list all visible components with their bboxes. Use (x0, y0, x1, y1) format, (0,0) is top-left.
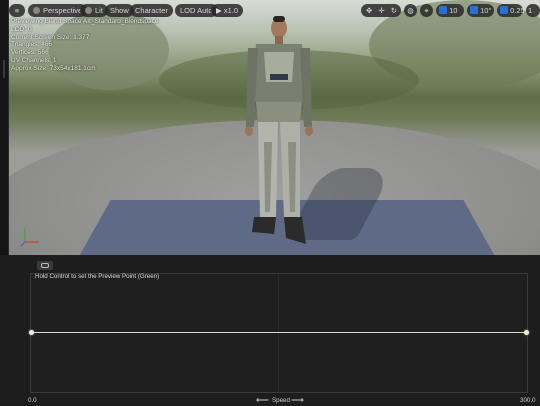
rotation-snap-value: 10° (480, 6, 492, 15)
info-approx-size-line: Approx Size: 73x54x181.1cm (11, 64, 96, 72)
camera-icon (33, 7, 40, 14)
grid-divider (278, 274, 279, 392)
show-label: Show (110, 6, 129, 15)
lit-label: Lit (95, 6, 103, 15)
move-icon: ✛ (378, 6, 385, 15)
info-vertices-line: Vertices: 566 (11, 49, 49, 57)
transform-tools-group[interactable]: ✥ ✛ ↻ (361, 4, 401, 17)
world-space-button[interactable]: ◍ (404, 4, 417, 17)
axis-max-label: 300.0 (520, 397, 536, 404)
rotation-snap-button[interactable]: 10° (467, 4, 494, 17)
axis-min-label: 0.0 (28, 397, 37, 404)
character-button[interactable]: Character (130, 4, 173, 17)
viewport-menu-button[interactable]: ≡ (9, 4, 25, 17)
grid-icon (439, 6, 447, 14)
arrow-left-icon: ⟵ (256, 395, 269, 405)
camera-speed-value: 1 (528, 6, 533, 15)
viewport-toolbar: ≡ Perspective Lit Show Character LOD Aut… (9, 4, 540, 18)
preview-point-hint: Hold Control to set the Preview Point (G… (35, 273, 160, 280)
scale-snap-value: 0.25 (510, 6, 525, 15)
angle-icon (470, 6, 478, 14)
speed-label: x1.0 (223, 6, 239, 15)
lod-label: LOD Auto (180, 6, 213, 15)
sample-point-start[interactable] (29, 330, 34, 335)
toggle-triangulation-button[interactable] (37, 261, 53, 270)
perspective-label: Perspective (43, 6, 83, 15)
character-label: Character (135, 6, 168, 15)
sample-point-end[interactable] (524, 330, 529, 335)
info-lod-line: LOD: 0 (11, 25, 32, 33)
globe-icon: ◍ (407, 6, 414, 15)
grid-snap-button[interactable]: 10 (436, 4, 464, 17)
grid-snap-value: 10 (449, 6, 458, 15)
playback-speed-button[interactable]: ▶ x1.0 (211, 4, 244, 17)
perspective-button[interactable]: Perspective (28, 4, 88, 17)
blend-space-grid[interactable] (29, 273, 529, 393)
lit-button[interactable]: Lit (80, 4, 108, 17)
snap-icon: ⌖ (424, 6, 429, 15)
info-uv-channels-line: UV Channels: 1 (11, 56, 57, 64)
axis-title-label: Speed (272, 397, 290, 404)
camera-speed-button[interactable]: 1 (526, 4, 540, 17)
surface-snap-button[interactable]: ⌖ (420, 4, 433, 17)
info-preview-line: Previewing Blend Space AIt_Standard_Blen… (11, 18, 159, 25)
play-icon: ▶ (216, 6, 224, 15)
hamburger-icon: ≡ (14, 6, 20, 15)
scale-icon (500, 6, 508, 14)
character-mesh (245, 16, 313, 244)
preview-viewport[interactable]: ≡ Perspective Lit Show Character LOD Aut… (9, 0, 540, 255)
arrow-right-icon: ⟶ (291, 395, 304, 405)
rotate-icon: ↻ (390, 6, 398, 15)
blend-space-editor[interactable]: Hold Control to set the Preview Point (G… (0, 255, 540, 405)
viewport-info-overlay: Previewing Blend Space AIt_Standard_Blen… (11, 18, 158, 73)
panel-tick (3, 60, 5, 78)
select-icon: ✥ (366, 6, 373, 15)
blend-axis-line (32, 332, 526, 333)
axis-gizmo-icon (20, 228, 39, 247)
scale-snap-button[interactable]: 0.25 (497, 4, 525, 17)
lightbulb-icon (85, 7, 92, 14)
